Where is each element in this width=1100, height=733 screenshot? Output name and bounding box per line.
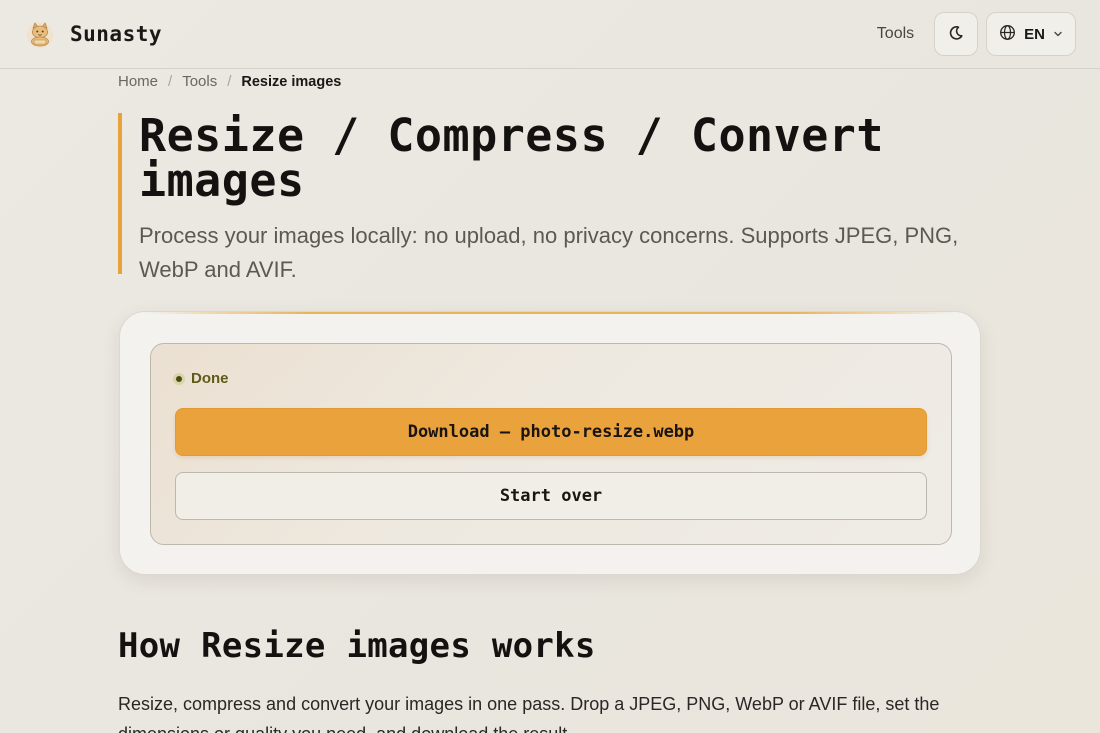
- language-code: EN: [1024, 25, 1045, 43]
- globe-icon: [999, 24, 1016, 44]
- cat-logo-icon: [24, 18, 56, 50]
- page-hero: Resize / Compress / Convert images Proce…: [118, 109, 988, 282]
- header-actions: Tools EN: [877, 12, 1076, 56]
- how-it-works-heading: How Resize images works: [118, 626, 596, 666]
- page-title: Resize / Compress / Convert images: [139, 109, 884, 207]
- language-selector-button[interactable]: EN: [986, 12, 1076, 56]
- moon-icon: [948, 25, 964, 44]
- breadcrumb-separator: /: [227, 73, 232, 90]
- top-navigation-bar: Sunasty Tools EN: [0, 0, 1100, 69]
- brand[interactable]: Sunasty: [24, 18, 162, 50]
- chevron-down-icon: [1053, 27, 1063, 42]
- how-it-works-text: Resize, compress and convert your images…: [118, 694, 940, 733]
- status-badge: Done: [173, 370, 229, 387]
- breadcrumb-separator: /: [168, 73, 173, 90]
- brand-name: Sunasty: [70, 22, 163, 46]
- tool-card: Done Download — photo-resize.webp Start …: [119, 311, 981, 575]
- start-over-button[interactable]: Start over: [175, 472, 927, 520]
- download-button[interactable]: Download — photo-resize.webp: [175, 408, 927, 456]
- breadcrumb: Home / Tools / Resize images: [118, 73, 341, 90]
- breadcrumb-tools[interactable]: Tools: [182, 73, 217, 90]
- nav-link-tools[interactable]: Tools: [877, 25, 914, 43]
- breadcrumb-current: Resize images: [241, 73, 342, 90]
- breadcrumb-home[interactable]: Home: [118, 73, 158, 90]
- status-text: Done: [191, 370, 229, 387]
- theme-toggle-button[interactable]: [934, 12, 979, 56]
- result-panel: Done Download — photo-resize.webp Start …: [150, 343, 952, 545]
- status-dot-icon: [173, 372, 185, 385]
- page-subtitle: Process your images locally: no upload, …: [139, 223, 959, 282]
